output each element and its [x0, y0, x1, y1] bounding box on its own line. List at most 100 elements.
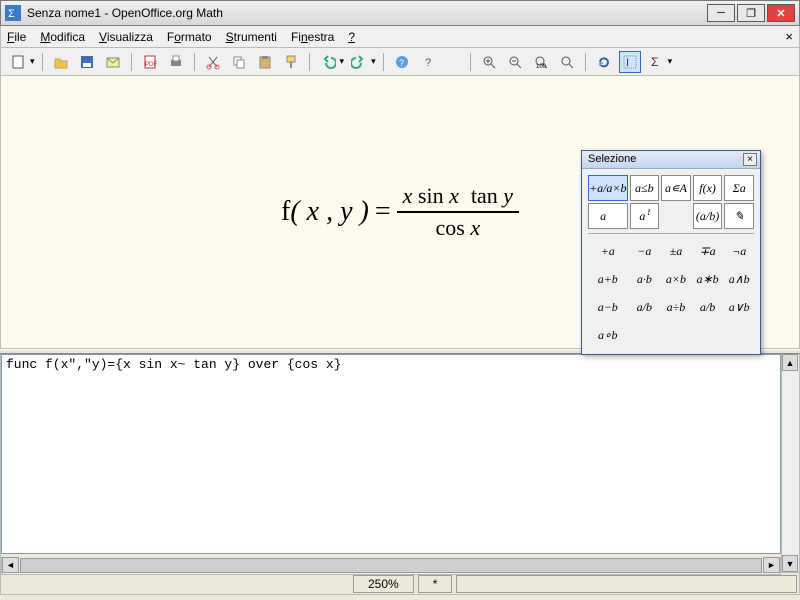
- scroll-left-icon[interactable]: ◄: [2, 557, 19, 573]
- formula-func-name: f: [281, 196, 290, 227]
- menu-finestra[interactable]: Finestra: [291, 30, 334, 44]
- cat-operators[interactable]: Σa: [724, 175, 754, 201]
- zoom-fit-button[interactable]: [556, 51, 578, 73]
- zoom-level[interactable]: 250%: [353, 575, 414, 593]
- op-a-and-b[interactable]: a∧b: [724, 266, 754, 292]
- formula-args: ( x , y ): [290, 196, 369, 227]
- op-pm-a[interactable]: ±a: [661, 238, 691, 264]
- help-button[interactable]: ?: [417, 51, 439, 73]
- menu-formato[interactable]: Formato: [167, 30, 212, 44]
- op-a-minus-b[interactable]: a−b: [588, 294, 628, 320]
- rendered-formula: f( x , y ) = x sin x tan y cos x: [281, 183, 519, 241]
- separator: [470, 53, 471, 71]
- cat-unary-binary[interactable]: +a/a×b: [588, 175, 628, 201]
- cat-attributes[interactable]: a⃗: [588, 203, 628, 229]
- cat-set-ops[interactable]: a∊A: [661, 175, 691, 201]
- menu-file[interactable]: File: [7, 30, 26, 44]
- zoom-100-button[interactable]: 100: [530, 51, 552, 73]
- menu-modifica[interactable]: Modifica: [40, 30, 85, 44]
- save-button[interactable]: [76, 51, 98, 73]
- op-a-frac-b[interactable]: a/b: [630, 294, 660, 320]
- op-mp-a[interactable]: ∓a: [693, 238, 723, 264]
- vertical-scrollbar[interactable]: ▲ ▼: [781, 354, 799, 572]
- separator: [383, 53, 384, 71]
- formula-cursor-button[interactable]: I: [619, 51, 641, 73]
- sigma-button[interactable]: Σ: [645, 51, 667, 73]
- op-not-a[interactable]: ¬a: [724, 238, 754, 264]
- cat-brackets[interactable]: (a/b): [693, 203, 723, 229]
- op-a-dot-b[interactable]: a·b: [630, 266, 660, 292]
- redo-dropdown[interactable]: ▾: [371, 56, 376, 67]
- menu-bar: File Modifica Visualizza Formato Strumen…: [0, 26, 800, 48]
- selection-panel-close-icon[interactable]: ×: [743, 153, 757, 166]
- selection-panel-title-text: Selezione: [588, 153, 636, 165]
- standard-toolbar: ▾ PDF ▾ ▾ ? ? 100 I Σ ▾: [0, 48, 800, 76]
- refresh-button[interactable]: [593, 51, 615, 73]
- formula-code-input[interactable]: func f(x","y)={x sin x~ tan y} over {cos…: [1, 354, 781, 554]
- pdf-button[interactable]: PDF: [139, 51, 161, 73]
- op-a-slash-b[interactable]: a/b: [693, 294, 723, 320]
- new-dropdown[interactable]: ▾: [30, 56, 35, 67]
- op-a-times-b[interactable]: a×b: [661, 266, 691, 292]
- separator: [585, 53, 586, 71]
- status-message: [456, 575, 797, 593]
- op-a-or-b[interactable]: a∨b: [724, 294, 754, 320]
- horizontal-scrollbar[interactable]: ◄ ►: [1, 557, 781, 575]
- menu-strumenti[interactable]: Strumenti: [226, 30, 277, 44]
- selection-panel-title[interactable]: Selezione ×: [582, 151, 760, 169]
- redo-button[interactable]: [348, 51, 370, 73]
- cat-empty: [661, 203, 691, 229]
- open-button[interactable]: [50, 51, 72, 73]
- op-a-circ-b[interactable]: a∘b: [588, 322, 628, 348]
- help-web-button[interactable]: ?: [391, 51, 413, 73]
- separator: [194, 53, 195, 71]
- cat-others[interactable]: aꜝ: [630, 203, 660, 229]
- selection-categories: +a/a×b a≤b a∊A f(x) Σa a⃗ aꜝ (a/b) ✎ +a …: [582, 169, 760, 354]
- op-a-star-b[interactable]: a∗b: [693, 266, 723, 292]
- fraction: x sin x tan y cos x: [397, 183, 519, 241]
- new-button[interactable]: [7, 51, 29, 73]
- zoom-in-button[interactable]: [478, 51, 500, 73]
- cat-formats[interactable]: ✎: [724, 203, 754, 229]
- format-paint-button[interactable]: [280, 51, 302, 73]
- toolbar-overflow[interactable]: ▾: [668, 56, 673, 67]
- close-button[interactable]: ✕: [767, 4, 795, 22]
- selection-panel[interactable]: Selezione × +a/a×b a≤b a∊A f(x) Σa a⃗ aꜝ…: [581, 150, 761, 355]
- title-bar: Σ Senza nome1 - OpenOffice.org Math ─ ❐ …: [0, 0, 800, 26]
- separator: [42, 53, 43, 71]
- svg-text:100: 100: [536, 64, 547, 70]
- paste-button[interactable]: [254, 51, 276, 73]
- op-plus-a[interactable]: +a: [588, 238, 628, 264]
- app-icon: Σ: [5, 5, 21, 21]
- svg-text:?: ?: [399, 58, 404, 68]
- minimize-button[interactable]: ─: [707, 4, 735, 22]
- maximize-button[interactable]: ❐: [737, 4, 765, 22]
- cut-button[interactable]: [202, 51, 224, 73]
- selection-divider: [588, 233, 754, 234]
- status-bar: 250% *: [0, 573, 800, 595]
- cat-relations[interactable]: a≤b: [630, 175, 660, 201]
- mail-button[interactable]: [102, 51, 124, 73]
- svg-text:PDF: PDF: [145, 62, 157, 68]
- op-a-plus-b[interactable]: a+b: [588, 266, 628, 292]
- separator: [131, 53, 132, 71]
- scroll-down-icon[interactable]: ▼: [782, 555, 798, 572]
- equals-sign: =: [375, 196, 391, 228]
- undo-dropdown[interactable]: ▾: [340, 56, 345, 67]
- scroll-right-icon[interactable]: ►: [763, 557, 780, 573]
- cat-functions[interactable]: f(x): [693, 175, 723, 201]
- menu-help[interactable]: ?: [348, 30, 355, 44]
- copy-button[interactable]: [228, 51, 250, 73]
- op-a-div-b[interactable]: a÷b: [661, 294, 691, 320]
- op-minus-a[interactable]: −a: [630, 238, 660, 264]
- document-close-icon[interactable]: ×: [785, 29, 793, 44]
- scroll-up-icon[interactable]: ▲: [782, 354, 798, 371]
- print-button[interactable]: [165, 51, 187, 73]
- zoom-out-button[interactable]: [504, 51, 526, 73]
- modified-indicator: *: [418, 575, 453, 593]
- scroll-thumb[interactable]: [20, 558, 762, 573]
- svg-text:I: I: [626, 57, 629, 69]
- window-title: Senza nome1 - OpenOffice.org Math: [27, 6, 707, 20]
- undo-button[interactable]: [317, 51, 339, 73]
- menu-visualizza[interactable]: Visualizza: [99, 30, 153, 44]
